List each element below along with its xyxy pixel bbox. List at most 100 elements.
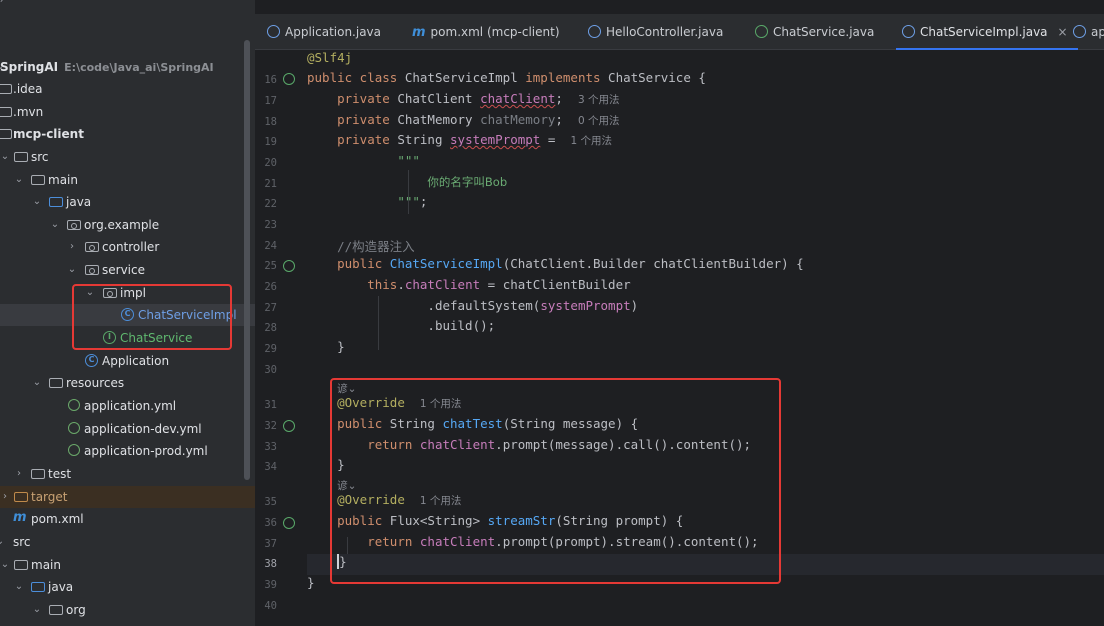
tree-row-java[interactable]: ⌄ java <box>0 191 255 213</box>
chevron-right-icon[interactable]: › <box>13 463 25 485</box>
line-number: 26 <box>264 281 277 293</box>
code-line: return chatClient.prompt(message).call()… <box>367 437 752 452</box>
code-line: public Flux<String> streamStr(String pro… <box>337 513 684 528</box>
tree-row-springai[interactable]: ⌄ SpringAIE:\code\Java_ai\SpringAI <box>0 56 255 78</box>
tree-row-main-root[interactable]: ⌄ main <box>0 554 255 576</box>
yml-icon <box>68 422 80 434</box>
chevron-right-icon[interactable]: › <box>66 236 78 258</box>
author-hint[interactable]: 谚 <box>337 480 348 492</box>
tree-row-impl[interactable]: ⌄ impl <box>0 282 255 304</box>
tab-label: ap <box>1091 25 1104 39</box>
tab-application-java[interactable]: Application.java <box>267 14 381 50</box>
tab-chatserviceimpl-java[interactable]: ChatServiceImpl.java × <box>896 14 1078 50</box>
override-gutter-icon[interactable] <box>283 517 295 529</box>
tree-row-application-yml[interactable]: application.yml <box>0 395 255 417</box>
tree-row-label: SpringAI E:\code\Java_ai\SpringAI <box>0 60 214 74</box>
code-line: } <box>307 575 315 590</box>
tree-row-label: ChatService <box>120 331 193 345</box>
class-icon: C <box>85 354 98 367</box>
chevron-down-icon[interactable]: ⌄ <box>0 146 11 168</box>
tree-row-service[interactable]: ⌄ service <box>0 259 255 281</box>
tree-row-label: target <box>31 490 68 504</box>
code-line: """ <box>397 153 420 168</box>
close-icon[interactable]: × <box>1058 25 1068 39</box>
line-number: 18 <box>264 116 277 128</box>
tab-chatservice-java[interactable]: ChatService.java <box>755 14 874 50</box>
tree-scrollbar[interactable] <box>244 40 250 480</box>
code-line: @Override 1 个用法 <box>337 492 462 507</box>
tree-row-application-dev-yml[interactable]: application-dev.yml <box>0 418 255 440</box>
code-line: public class ChatServiceImpl implements … <box>307 70 706 85</box>
chevron-down-icon[interactable]: ⌄ <box>31 599 43 621</box>
folder-icon <box>0 107 12 117</box>
tree-row-chatservice[interactable]: I ChatService <box>0 327 255 349</box>
tree-row-label: org.example <box>84 218 160 232</box>
chevron-down-icon[interactable]: ⌄ <box>84 282 96 304</box>
tree-row-label: src <box>31 150 49 164</box>
line-number: 33 <box>264 441 277 453</box>
chevron-down-icon[interactable]: ⌄ <box>66 259 78 281</box>
tree-row-idea[interactable]: .idea <box>0 78 255 100</box>
package-icon <box>85 242 99 252</box>
project-path: E:\code\Java_ai\SpringAI <box>64 61 214 74</box>
folder-icon <box>31 175 45 185</box>
tree-row-label: org <box>66 603 86 617</box>
tree-row-src[interactable]: ⌄ src <box>0 146 255 168</box>
tree-row-src-root[interactable]: ⌄ src <box>0 531 255 553</box>
line-number: 20 <box>264 157 277 169</box>
chevron-right-icon[interactable]: › <box>0 486 11 508</box>
author-hint[interactable]: 谚 <box>337 383 348 395</box>
tree-row-java-root[interactable]: ⌄ java <box>0 576 255 598</box>
tree-row-resources[interactable]: ⌄ resources <box>0 372 255 394</box>
tree-row-main[interactable]: ⌄ main <box>0 169 255 191</box>
class-icon <box>902 25 915 38</box>
tree-row-label: application-prod.yml <box>84 444 208 458</box>
code-line: } <box>337 339 345 354</box>
line-number: 38 <box>264 558 277 570</box>
line-number: 27 <box>264 302 277 314</box>
tree-row-label: main <box>31 558 61 572</box>
tree-row-label: resources <box>66 376 125 390</box>
implements-gutter-icon[interactable] <box>283 260 295 272</box>
code-line: @Slf4j <box>307 50 353 65</box>
tree-row-label: impl <box>120 286 146 300</box>
tab-hellocontroller-java[interactable]: HelloController.java <box>588 14 723 50</box>
code-line: return chatClient.prompt(prompt).stream(… <box>367 534 759 549</box>
tree-row-label: controller <box>102 240 160 254</box>
line-number: 37 <box>264 538 277 550</box>
tab-label: ChatService.java <box>773 25 875 39</box>
tree-row-target[interactable]: › target <box>0 486 255 508</box>
tab-pom-xml[interactable]: m pom.xml (mcp-client) <box>412 14 560 50</box>
tree-row-label: .mvn <box>13 105 44 119</box>
override-gutter-icon[interactable] <box>283 420 295 432</box>
source-folder-icon <box>31 582 45 592</box>
tree-row-controller[interactable]: › controller <box>0 236 255 258</box>
chevron-down-icon[interactable]: ⌄ <box>31 191 43 213</box>
tree-row-mvn[interactable]: .mvn <box>0 101 255 123</box>
tree-row-test[interactable]: › test <box>0 463 255 485</box>
tree-row-application[interactable]: C Application <box>0 350 255 372</box>
tree-row-pom-xml[interactable]: m pom.xml <box>0 508 255 530</box>
chevron-down-icon[interactable]: ⌄ <box>13 576 25 598</box>
tab-application-yml[interactable]: ap <box>1073 14 1104 50</box>
chevron-down-icon[interactable]: ⌄ <box>0 554 11 576</box>
excluded-folder-icon <box>14 492 28 502</box>
chevron-down-icon[interactable]: ⌄ <box>13 169 25 191</box>
tree-row-mcp-client[interactable]: mcp-client <box>0 123 255 145</box>
chevron-down-icon[interactable]: ⌄ <box>0 531 6 553</box>
tree-row-label: ChatServiceImpl <box>138 308 237 322</box>
line-number: 39 <box>264 579 277 591</box>
tree-row-org[interactable]: ⌄ org <box>0 599 255 621</box>
tree-row-label: application.yml <box>84 399 177 413</box>
interface-icon: I <box>103 331 116 344</box>
line-number: 32 <box>264 420 277 432</box>
folder-icon <box>14 560 28 570</box>
implements-gutter-icon[interactable] <box>283 73 295 85</box>
text-caret: } <box>337 554 347 569</box>
tree-row-org-example[interactable]: ⌄ org.example <box>0 214 255 236</box>
tree-row-chatserviceimpl[interactable]: C ChatServiceImpl <box>0 304 255 326</box>
tree-row-application-prod-yml[interactable]: application-prod.yml <box>0 440 255 462</box>
code-editor[interactable]: @Slf4j public class ChatServiceImpl impl… <box>307 50 1104 626</box>
chevron-down-icon[interactable]: ⌄ <box>49 214 61 236</box>
chevron-down-icon[interactable]: ⌄ <box>31 372 43 394</box>
